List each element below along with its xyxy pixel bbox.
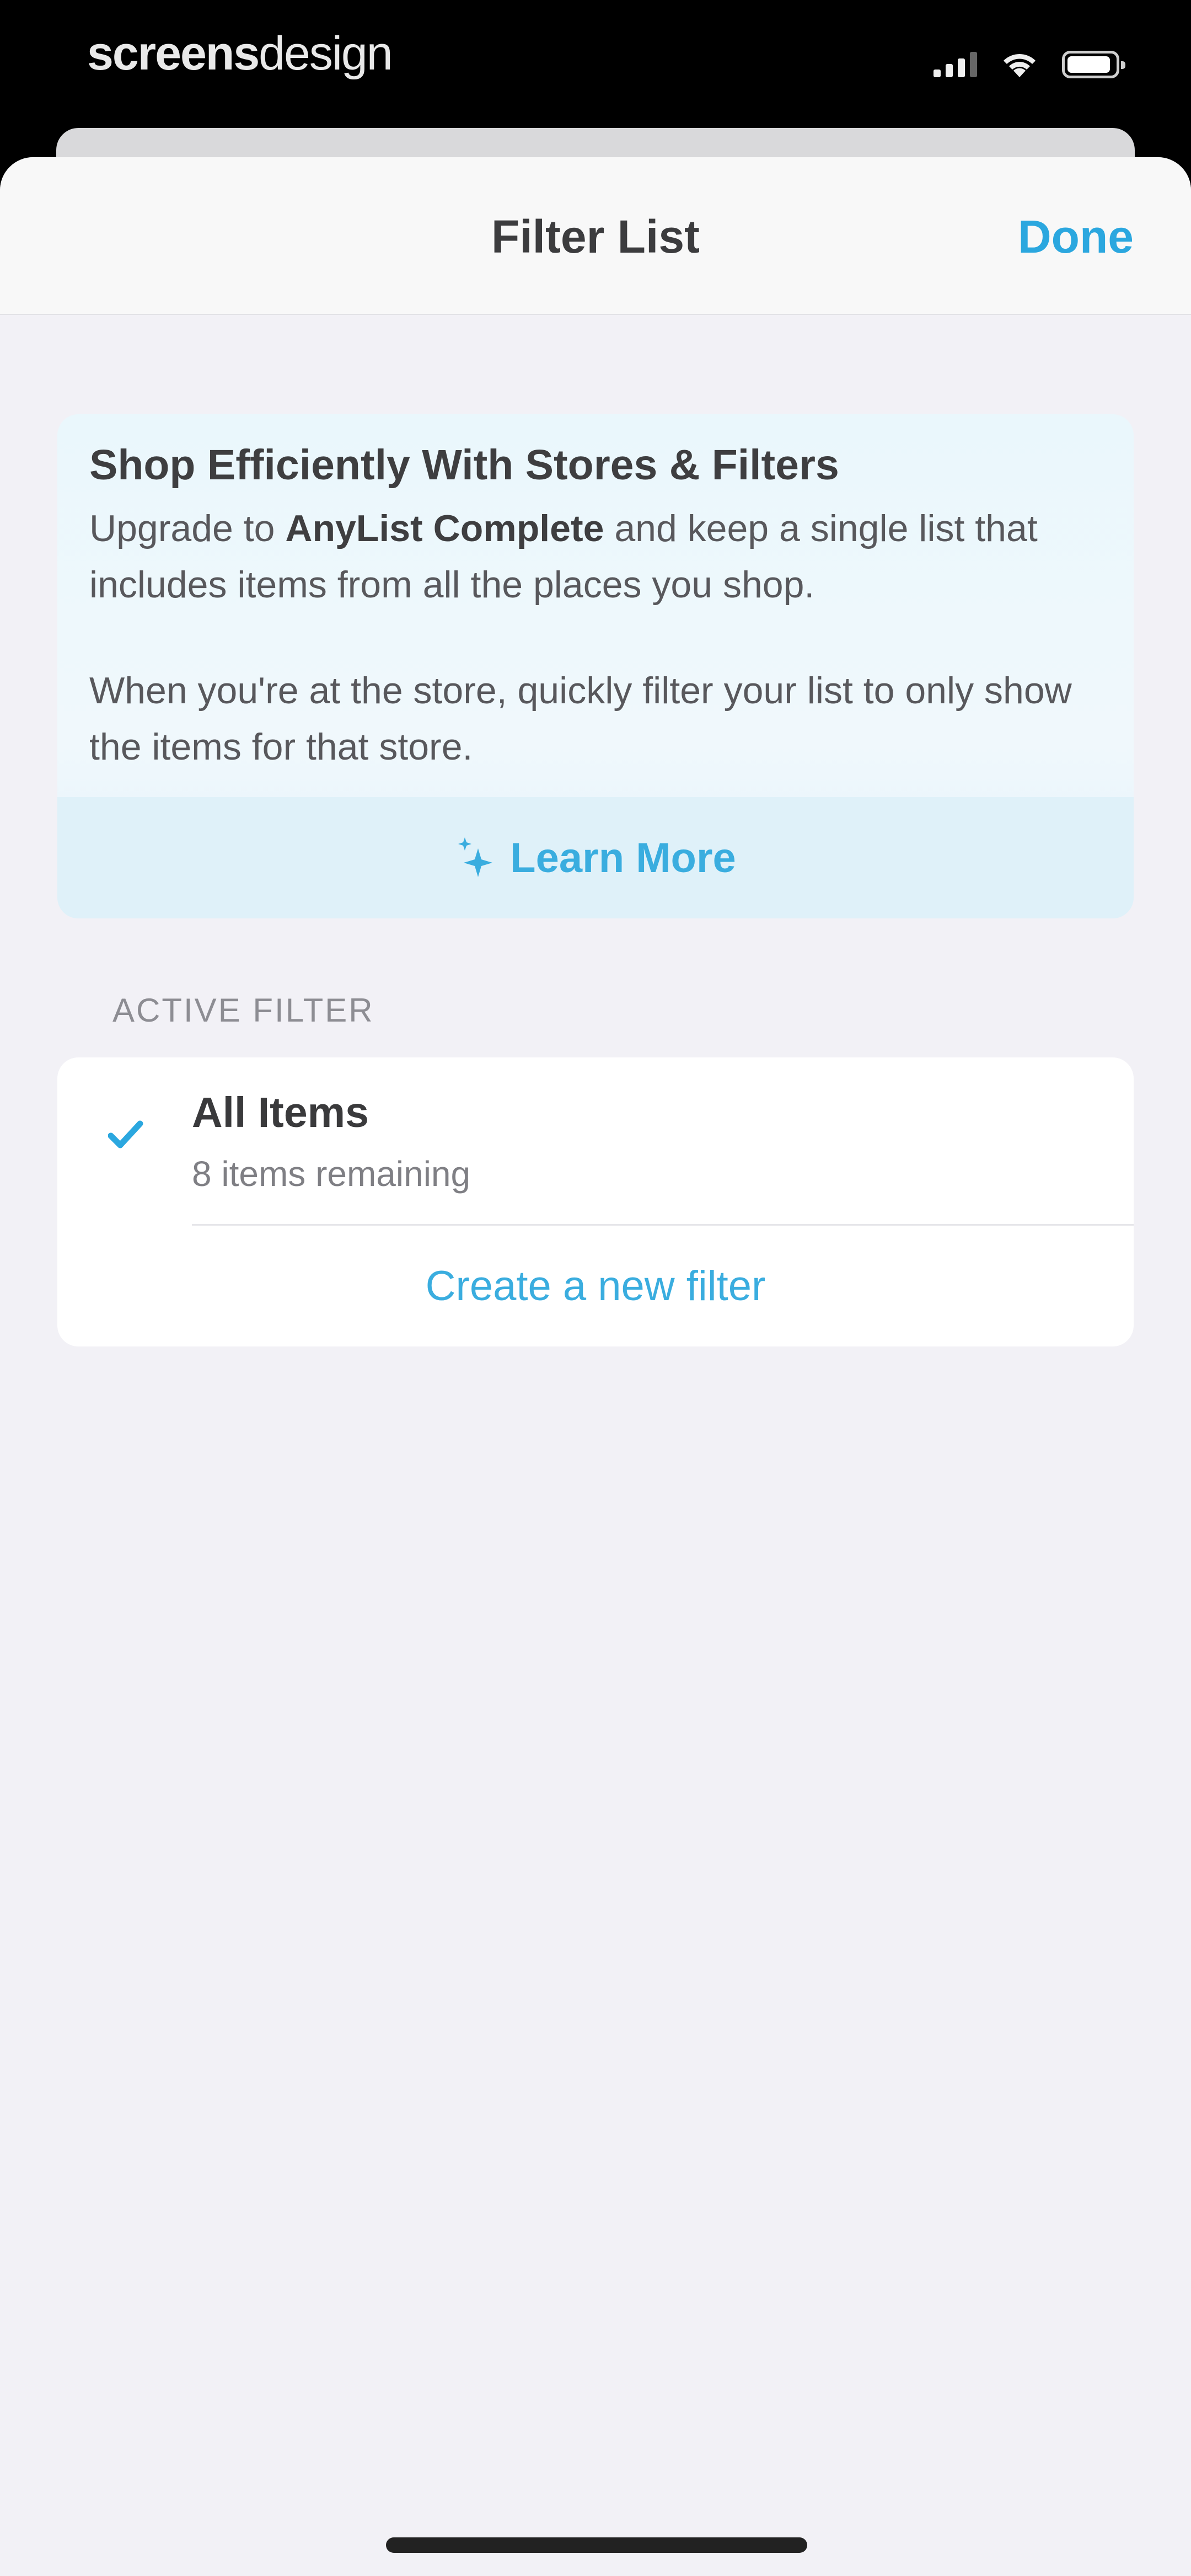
page-title: Filter List [491,211,700,263]
logo-bold-text: screens [87,27,260,80]
wifi-icon [1001,51,1038,78]
filter-list-card: All Items 8 items remaining Create a new… [57,1057,1134,1346]
checkmark-icon [108,1120,143,1148]
done-button[interactable]: Done [1018,210,1134,264]
logo-light-text: design [259,27,393,80]
promo-paragraph-1: Upgrade to AnyList Complete and keep a s… [89,500,1115,613]
filter-name: All Items [192,1089,369,1136]
status-icons [934,51,1125,78]
active-filter-section-header: ACTIVE FILTER [112,992,374,1029]
promo-product-name: AnyList Complete [285,507,604,549]
learn-more-button[interactable]: Learn More [57,797,1134,918]
promo-paragraph-2: When you're at the store, quickly filter… [89,670,1072,768]
items-remaining-count: 8 items remaining [192,1154,471,1194]
filter-list-sheet: Filter List Done Shop Efficiently With S… [0,157,1191,2576]
battery-icon [1062,51,1125,78]
status-bar: screensdesign [0,0,1191,132]
learn-more-label: Learn More [510,834,736,881]
promo-text-start: Upgrade to [89,507,286,549]
upgrade-promo-card: Shop Efficiently With Stores & Filters U… [57,414,1134,918]
sparkle-icon [458,837,493,877]
cellular-signal-icon [934,52,977,77]
promo-title: Shop Efficiently With Stores & Filters [89,441,839,489]
navigation-bar: Filter List Done [0,157,1191,315]
create-new-filter-button[interactable]: Create a new filter [57,1226,1134,1346]
screensdesign-logo: screensdesign [87,26,393,81]
home-indicator[interactable] [386,2537,807,2553]
filter-row-all-items[interactable]: All Items 8 items remaining [57,1057,1134,1224]
